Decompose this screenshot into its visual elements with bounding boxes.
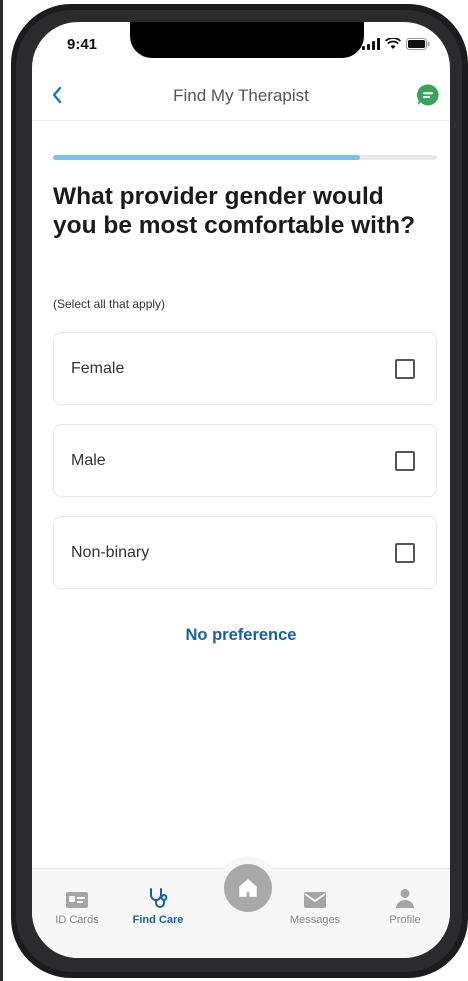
option-female[interactable]: Female <box>53 332 437 405</box>
checkbox-female[interactable] <box>395 359 415 379</box>
option-non-binary[interactable]: Non-binary <box>53 516 437 589</box>
left-divider <box>0 0 3 981</box>
option-label: Male <box>71 452 106 469</box>
progress-fill <box>53 155 361 160</box>
tab-label: ID Cards <box>55 914 99 926</box>
stethoscope-icon <box>150 888 168 908</box>
tab-id-cards[interactable]: ID Cards <box>42 887 112 926</box>
envelope-icon <box>304 892 326 908</box>
signal-icon <box>362 38 380 50</box>
home-icon <box>239 879 257 897</box>
tab-label: Messages <box>289 914 341 926</box>
id-card-icon <box>66 892 88 908</box>
tab-label: Find Care <box>132 914 184 926</box>
tab-messages[interactable]: Messages <box>280 887 350 926</box>
chat-button[interactable] <box>416 83 440 107</box>
notch <box>130 22 364 58</box>
checkbox-male[interactable] <box>395 451 415 471</box>
checkbox-non-binary[interactable] <box>395 543 415 563</box>
question-title: What provider gender would you be most c… <box>53 183 416 239</box>
tab-find-care[interactable]: Find Care <box>123 887 193 926</box>
no-preference-link[interactable]: No preference <box>32 626 450 645</box>
wifi-icon <box>385 38 401 50</box>
person-icon <box>396 889 414 908</box>
tab-label: Profile <box>389 914 421 926</box>
page-title: Find My Therapist <box>173 86 309 105</box>
status-time: 9:41 <box>67 36 98 53</box>
option-label: Non-binary <box>71 544 150 561</box>
tab-profile[interactable]: Profile <box>370 887 440 926</box>
option-male[interactable]: Male <box>53 424 437 497</box>
battery-icon <box>406 38 430 50</box>
question-hint: (Select all that apply) <box>53 297 166 311</box>
status-icons <box>362 38 430 50</box>
home-button[interactable] <box>218 858 278 918</box>
nav-bar: Find My Therapist <box>32 72 450 121</box>
app-screen: 9:41 Find My Therapist What provider gen… <box>32 22 450 958</box>
progress-bar <box>53 155 437 160</box>
chat-bubble-icon <box>416 84 439 106</box>
option-label: Female <box>71 360 125 377</box>
